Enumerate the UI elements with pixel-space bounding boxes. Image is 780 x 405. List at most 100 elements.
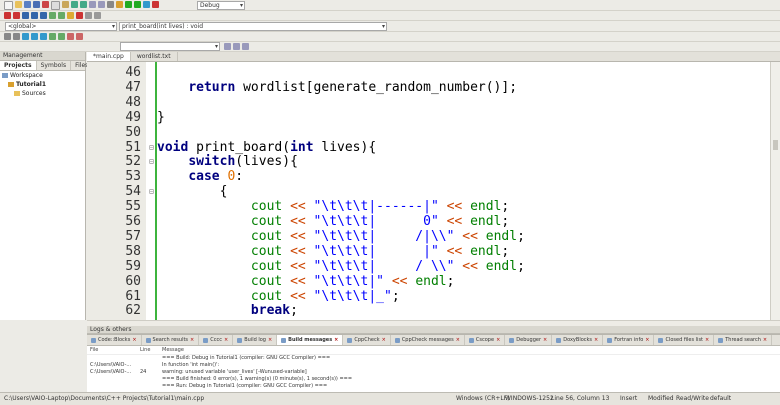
tree-sources[interactable]: Sources: [0, 89, 85, 98]
next-line-icon[interactable]: [22, 12, 29, 19]
step-out-icon[interactable]: [40, 12, 47, 19]
build-icon[interactable]: [116, 1, 123, 8]
find-prev-icon[interactable]: [233, 43, 240, 50]
code-line[interactable]: 52 ⊟ switch(lives){: [87, 154, 770, 169]
jump-back-icon[interactable]: [4, 33, 11, 40]
open-folder-icon[interactable]: [15, 1, 22, 8]
close-icon[interactable]: ×: [190, 335, 194, 345]
code-line[interactable]: 62 break;: [87, 303, 770, 318]
fold-marker-icon[interactable]: ⊟: [149, 140, 154, 155]
code-line[interactable]: 46: [87, 65, 770, 80]
log-tab[interactable]: DoxyBlocks ×: [552, 335, 604, 345]
code-line[interactable]: 56 cout << "\t\t\t| 0" << endl;: [87, 214, 770, 229]
close-icon[interactable]: ×: [705, 335, 709, 345]
settings-icon[interactable]: [107, 1, 114, 8]
log-tab[interactable]: Cscope ×: [465, 335, 506, 345]
log-tab[interactable]: Thread search ×: [714, 335, 773, 345]
prev-bookmark-icon[interactable]: [31, 33, 38, 40]
jump-forward-icon[interactable]: [13, 33, 20, 40]
close-icon[interactable]: ×: [496, 335, 500, 345]
log-row[interactable]: === Run: Debug in Tutorial1 (compiler: G…: [87, 383, 780, 390]
close-icon[interactable]: ×: [763, 335, 767, 345]
debug-info-icon[interactable]: [94, 12, 101, 19]
code-line[interactable]: 48: [87, 95, 770, 110]
rebuild-icon[interactable]: [143, 1, 150, 8]
log-tab[interactable]: Build log ×: [233, 335, 278, 345]
debug-windows-icon[interactable]: [85, 12, 92, 19]
step-instruction-icon[interactable]: [58, 12, 65, 19]
code-line[interactable]: 60 cout << "\t\t\t|" << endl;: [87, 274, 770, 289]
log-row[interactable]: C:\Users\VAIO-... 24 warning: unused varia…: [87, 369, 780, 376]
close-icon[interactable]: ×: [132, 335, 136, 345]
redo-icon[interactable]: [80, 1, 87, 8]
search-input[interactable]: ▾: [120, 42, 220, 51]
find-next-icon[interactable]: [242, 43, 249, 50]
log-tab[interactable]: CppCheck ×: [343, 335, 391, 345]
code-line[interactable]: 47 return wordlist[generate_random_numbe…: [87, 80, 770, 95]
search-icon[interactable]: [224, 43, 231, 50]
close-icon[interactable]: ×: [645, 335, 649, 345]
code-line[interactable]: 50: [87, 125, 770, 140]
editor-vertical-scrollbar[interactable]: [770, 62, 780, 320]
tab-symbols[interactable]: Symbols: [37, 61, 72, 70]
debug-start-icon[interactable]: [4, 12, 11, 19]
run-icon[interactable]: [125, 1, 132, 8]
comment-icon[interactable]: [49, 33, 56, 40]
run-to-cursor-icon[interactable]: [13, 12, 20, 19]
code-line[interactable]: 58 cout << "\t\t\t| |" << endl;: [87, 244, 770, 259]
close-icon[interactable]: ×: [224, 335, 228, 345]
function-select[interactable]: print_board(int lives) : void ▾: [119, 22, 387, 31]
cut-icon[interactable]: [42, 1, 49, 8]
scrollbar-thumb[interactable]: [773, 140, 778, 150]
next-instruction-icon[interactable]: [49, 12, 56, 19]
log-row[interactable]: C:\Users\VAIO-... In function 'int main()…: [87, 362, 780, 369]
copy-icon[interactable]: [51, 1, 60, 10]
tree-workspace[interactable]: Workspace: [0, 71, 85, 80]
tab-main-cpp[interactable]: *main.cpp: [87, 52, 131, 61]
log-tab[interactable]: Build messages ×: [277, 335, 344, 345]
undo-icon[interactable]: [71, 1, 78, 8]
log-row[interactable]: === Build finished: 0 error(s), 1 warnin…: [87, 376, 780, 383]
save-icon[interactable]: [24, 1, 31, 8]
uncomment-icon[interactable]: [58, 33, 65, 40]
close-icon[interactable]: ×: [334, 335, 338, 345]
code-line[interactable]: 49}: [87, 110, 770, 125]
break-icon[interactable]: [67, 12, 74, 19]
close-icon[interactable]: ×: [543, 335, 547, 345]
build-target-select[interactable]: Debug ▾: [197, 1, 245, 10]
close-icon[interactable]: ×: [382, 335, 386, 345]
code-line[interactable]: 61 cout << "\t\t\t|_";: [87, 289, 770, 304]
log-tab[interactable]: Code::Blocks ×: [87, 335, 142, 345]
new-file-icon[interactable]: [4, 1, 13, 10]
tree-project[interactable]: Tutorial1: [0, 80, 85, 89]
stop-icon[interactable]: [152, 1, 159, 8]
code-line[interactable]: 59 cout << "\t\t\t| / \\" << endl;: [87, 259, 770, 274]
save-all-icon[interactable]: [33, 1, 40, 8]
code-line[interactable]: 53 case 0:: [87, 169, 770, 184]
find-icon[interactable]: [89, 1, 96, 8]
replace-icon[interactable]: [98, 1, 105, 8]
tab-projects[interactable]: Projects: [0, 61, 37, 70]
log-tab[interactable]: Closed files list ×: [654, 335, 715, 345]
log-row[interactable]: === Build: Debug in Tutorial1 (compiler:…: [87, 355, 780, 362]
paste-icon[interactable]: [62, 1, 69, 8]
scope-select[interactable]: <global> ▾: [5, 22, 117, 31]
code-line[interactable]: 54 ⊟ {: [87, 184, 770, 199]
stop-debug-icon[interactable]: [76, 12, 83, 19]
log-tab[interactable]: Debugger ×: [505, 335, 553, 345]
code-line[interactable]: 51 ⊟ void print_board(int lives){: [87, 140, 770, 155]
close-icon[interactable]: ×: [456, 335, 460, 345]
code-line[interactable]: 55 cout << "\t\t\t|------|" << endl;: [87, 199, 770, 214]
code-line[interactable]: 57 cout << "\t\t\t| /|\\" << endl;: [87, 229, 770, 244]
toggle-bookmark-icon[interactable]: [22, 33, 29, 40]
log-tab[interactable]: Search results ×: [142, 335, 200, 345]
build-run-icon[interactable]: [134, 1, 141, 8]
fold-marker-icon[interactable]: ⊟: [149, 154, 154, 169]
doxy-block-icon[interactable]: [76, 33, 83, 40]
close-icon[interactable]: ×: [594, 335, 598, 345]
code-editor[interactable]: 46 47 return wordlist[generate_random_num…: [87, 62, 770, 320]
fold-marker-icon[interactable]: ⊟: [149, 184, 154, 199]
next-bookmark-icon[interactable]: [40, 33, 47, 40]
log-tab[interactable]: Fortran info ×: [603, 335, 655, 345]
log-tab[interactable]: Cccc ×: [199, 335, 234, 345]
